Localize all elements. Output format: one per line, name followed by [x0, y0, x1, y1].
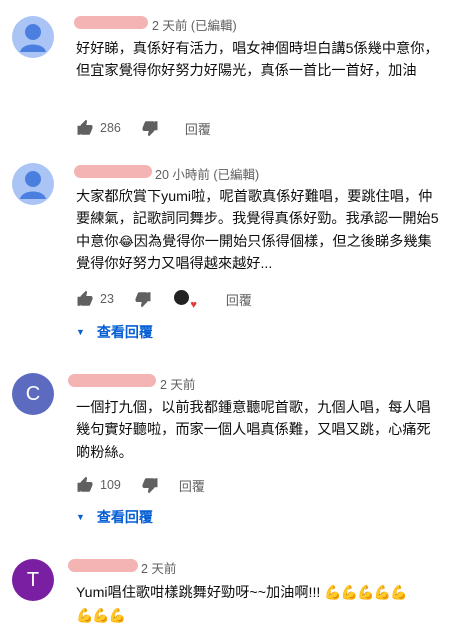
person-icon: [12, 16, 54, 58]
creator-avatar: [173, 290, 189, 305]
person-icon: [12, 163, 54, 205]
comment-text: 大家都欣賞下yumi啦，呢首歌真係好難唱，要跳住唱，仲要練氣，記歌詞同舞步。我覺…: [76, 186, 440, 275]
thumbs-up-icon[interactable]: [76, 119, 94, 137]
muscle-emoji-icon: 💪💪💪💪💪: [324, 584, 407, 600]
like-count: 286: [100, 121, 121, 135]
redacted-username: [74, 16, 148, 29]
heart-icon: ♥: [190, 299, 197, 311]
redacted-username: [68, 559, 138, 572]
thumbs-down-icon[interactable]: [134, 290, 152, 308]
comment-actions: 109 回覆: [76, 473, 205, 497]
reply-button[interactable]: 回覆: [179, 476, 205, 495]
comment-timestamp[interactable]: 2 天前: [160, 374, 195, 393]
comment-timestamp[interactable]: 2 天前: [141, 558, 176, 577]
avatar-letter: T: [26, 568, 40, 591]
thumbs-up-icon[interactable]: [76, 290, 94, 308]
avatar[interactable]: [12, 16, 54, 58]
reply-button[interactable]: 回覆: [185, 119, 211, 138]
comment-text: Yumi唱住歌咁樣跳舞好勁呀~~加油啊!!! 💪💪💪💪💪 💪💪💪: [76, 581, 440, 628]
view-replies-label: 查看回覆: [96, 509, 153, 525]
muscle-emoji-icon: 💪💪💪: [76, 607, 126, 624]
redacted-username: [68, 374, 156, 387]
thumbs-up-icon[interactable]: [76, 476, 94, 494]
like-count: 109: [100, 478, 121, 492]
comment-text: 好好睇，真係好有活力，唱女神個時坦白講5係幾中意你，但宜家覺得你好努力好陽光，真…: [76, 41, 439, 80]
creator-heart-icon: ♥: [173, 290, 197, 311]
comment-timestamp[interactable]: 2 天前 (已編輯): [152, 15, 237, 34]
avatar[interactable]: [12, 163, 54, 205]
comment-actions: 286 回覆: [76, 116, 211, 140]
comment-timestamp[interactable]: 20 小時前 (已編輯): [155, 164, 259, 183]
thumbs-down-icon[interactable]: [141, 476, 159, 494]
like-count: 23: [100, 292, 114, 306]
caret-down-icon: ▼: [76, 512, 85, 522]
redacted-username: [74, 165, 152, 178]
view-replies-button[interactable]: ▼ 查看回覆: [76, 322, 153, 342]
view-replies-button[interactable]: ▼ 查看回覆: [76, 507, 153, 527]
thumbs-down-icon[interactable]: [141, 119, 159, 137]
laughing-emoji-icon: 😂: [118, 233, 134, 249]
view-replies-label: 查看回覆: [96, 324, 153, 340]
avatar[interactable]: C: [12, 373, 54, 415]
comment-text: 一個打九個，以前我都鍾意聽呢首歌，九個人唱，每人唱幾句實好聽啦，而家一個人唱真係…: [76, 400, 431, 461]
caret-down-icon: ▼: [76, 327, 85, 337]
avatar[interactable]: T: [12, 559, 54, 601]
comment-actions: 23 ♥ 回覆: [76, 287, 252, 311]
comment-text-body: Yumi唱住歌咁樣跳舞好勁呀~~加油啊!!!: [76, 585, 321, 601]
reply-button[interactable]: 回覆: [226, 290, 252, 309]
avatar-letter: C: [25, 382, 41, 405]
